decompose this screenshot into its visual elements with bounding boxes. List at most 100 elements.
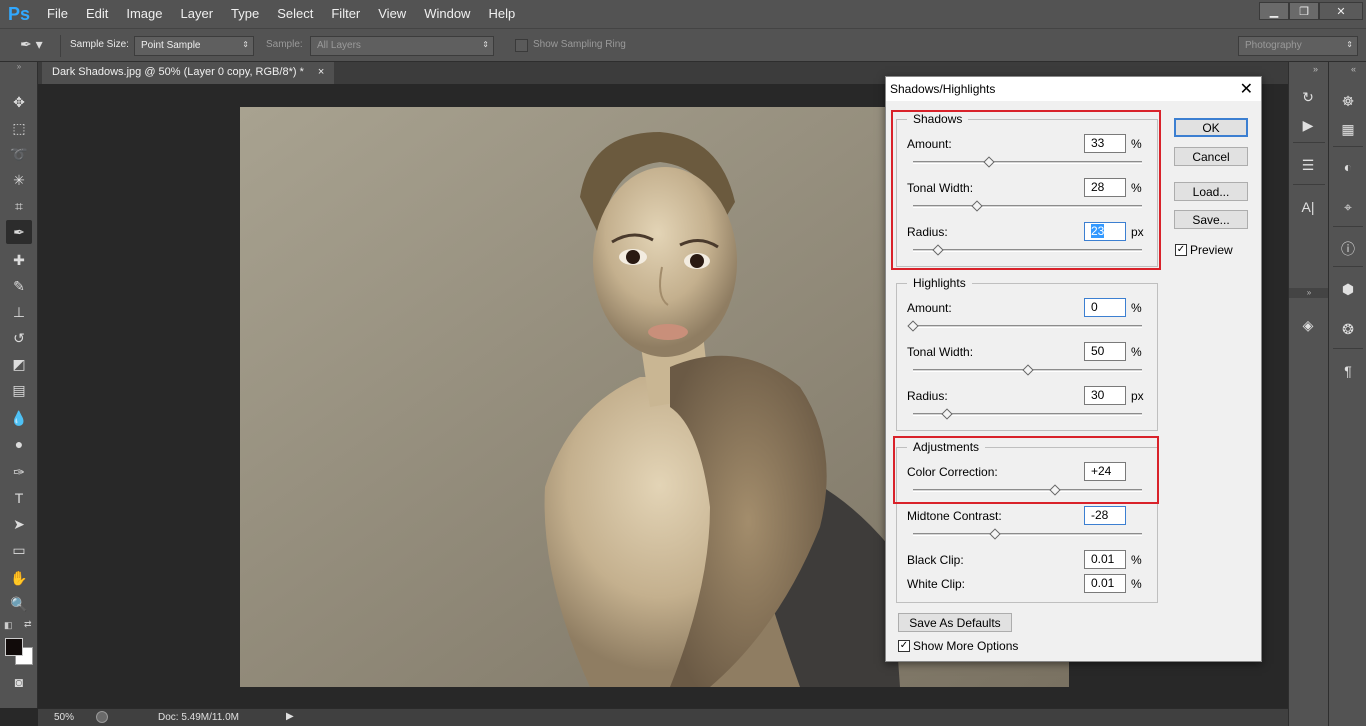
status-info-icon[interactable] [96,711,108,723]
highlights-amount-slider-track[interactable] [913,325,1142,328]
restore-icon[interactable]: ❐ [1289,2,1319,20]
paragraph-panel-icon[interactable]: ¶ [1335,360,1361,382]
highlights-radius-input[interactable]: 30 [1084,386,1126,405]
navigator-panel-icon[interactable]: ☸ [1335,90,1361,112]
shadows-highlights-dialog: Shadows/Highlights ✕ Shadows Amount: 33 … [885,76,1262,662]
show-ring-checkbox[interactable] [515,39,528,52]
workspace-select[interactable]: Photography ⇕ [1238,36,1358,56]
black-clip-input[interactable]: 0.01 [1084,550,1126,569]
dodge-tool-icon[interactable]: ● [6,432,32,456]
chevron-updown-icon: ⇕ [242,40,249,49]
menu-select[interactable]: Select [268,0,322,28]
swap-colors-icon[interactable]: ⇄ [24,619,32,630]
load-button[interactable]: Load... [1174,182,1248,201]
healing-brush-tool-icon[interactable]: ✚ [6,248,32,272]
midtone-contrast-slider-track[interactable] [913,533,1142,536]
menu-view[interactable]: View [369,0,415,28]
midtone-contrast-label: Midtone Contrast: [907,509,1002,523]
black-clip-value: 0.01 [1091,552,1115,566]
path-selection-tool-icon[interactable]: ➤ [6,512,32,536]
save-as-defaults-button[interactable]: Save As Defaults [898,613,1012,632]
lasso-tool-icon[interactable]: ➰ [6,142,32,166]
highlights-tonal-width-input[interactable]: 50 [1084,342,1126,361]
highlights-amount-input[interactable]: 0 [1084,298,1126,317]
adjustments-highlight-box [893,436,1159,504]
show-more-options-checkbox[interactable]: ✓ [898,640,910,652]
black-clip-unit: % [1131,553,1142,567]
foreground-color-swatch[interactable] [5,638,23,656]
collapse-dock-icon[interactable]: » [1289,288,1329,298]
hand-tool-icon[interactable]: ✋ [6,566,32,590]
magic-wand-tool-icon[interactable]: ✳ [6,168,32,192]
quick-mask-icon[interactable]: ◙ [6,670,32,694]
highlights-tonal-width-unit: % [1131,345,1142,359]
zoom-level[interactable]: 50% [54,712,74,723]
divider [1333,348,1363,349]
menu-filter[interactable]: Filter [322,0,369,28]
sample-size-select[interactable]: Point Sample ⇕ [134,36,254,56]
dialog-close-icon[interactable]: ✕ [1240,79,1253,99]
brush-tool-icon[interactable]: ✎ [6,274,32,298]
menu-bar: Ps File Edit Image Layer Type Select Fil… [0,0,1366,28]
history-panel-icon[interactable]: ↻ [1295,86,1321,108]
collapse-dock-icon[interactable]: « [1351,64,1356,74]
rectangle-tool-icon[interactable]: ▭ [6,538,32,562]
eraser-tool-icon[interactable]: ◩ [6,352,32,376]
layer-comps-panel-icon[interactable]: ☰ [1295,154,1321,176]
zoom-tool-icon[interactable]: 🔍 [6,592,32,616]
minimize-icon[interactable]: ▁ [1259,2,1289,20]
highlights-tonal-width-value: 50 [1091,344,1105,358]
cancel-button[interactable]: Cancel [1174,147,1248,166]
sample-select[interactable]: All Layers ⇕ [310,36,494,56]
chevron-updown-icon: ⇕ [1346,40,1353,49]
midtone-contrast-input[interactable]: -28 [1084,506,1126,525]
history-brush-tool-icon[interactable]: ↺ [6,326,32,350]
divider [1293,184,1325,185]
white-clip-input[interactable]: 0.01 [1084,574,1126,593]
marquee-tool-icon[interactable]: ⬚ [6,116,32,140]
document-tab[interactable]: Dark Shadows.jpg @ 50% (Layer 0 copy, RG… [42,62,335,84]
color-panel-icon[interactable]: ▦ [1335,118,1361,140]
menu-window[interactable]: Window [415,0,479,28]
close-tab-icon[interactable]: × [318,66,324,80]
pen-tool-icon[interactable]: ✑ [6,460,32,484]
paths-panel-icon[interactable]: ⌖ [1335,196,1361,218]
save-button[interactable]: Save... [1174,210,1248,229]
crop-tool-icon[interactable]: ⌗ [6,194,32,218]
channels-panel-icon[interactable]: ❂ [1335,318,1361,340]
preview-checkbox[interactable]: ✓ [1175,244,1187,256]
window-close-icon[interactable]: ✕ [1319,2,1363,20]
show-more-options-label: Show More Options [913,639,1019,653]
gradient-tool-icon[interactable]: ▤ [6,378,32,402]
menu-layer[interactable]: Layer [172,0,223,28]
adjustments-panel-icon[interactable]: ◐ [1335,156,1361,178]
menu-edit[interactable]: Edit [77,0,117,28]
menu-image[interactable]: Image [117,0,171,28]
default-colors-icon[interactable]: ◧ [4,620,13,631]
tools-panel: » ✥ ⬚ ➰ ✳ ⌗ ✒ ✚ ✎ ⊥ ↺ ◩ ▤ 💧 ● ✑ T ➤ ▭ ✋ … [0,62,38,708]
blur-tool-icon[interactable]: 💧 [6,406,32,430]
info-panel-icon[interactable]: ⓘ [1335,238,1361,260]
3d-panel-icon[interactable]: ⬢ [1335,278,1361,300]
menu-type[interactable]: Type [222,0,268,28]
divider [1333,146,1363,147]
eyedropper-tool-icon[interactable]: ✒ [6,220,32,244]
status-bar: 50% Doc: 5.49M/11.0M ▶ [38,708,1288,726]
collapse-icon[interactable]: » [0,62,38,72]
move-tool-icon[interactable]: ✥ [6,90,32,114]
menu-help[interactable]: Help [479,0,524,28]
type-tool-icon[interactable]: T [6,486,32,510]
chevron-updown-icon: ⇕ [482,40,489,49]
midtone-contrast-value: -28 [1091,508,1109,522]
collapse-dock-icon[interactable]: » [1313,64,1318,74]
character-panel-icon[interactable]: A| [1295,196,1321,218]
actions-panel-icon[interactable]: ▶ [1295,114,1321,136]
clone-stamp-tool-icon[interactable]: ⊥ [6,300,32,324]
ok-button[interactable]: OK [1174,118,1248,137]
menu-file[interactable]: File [38,0,77,28]
eyedropper-preset-icon[interactable]: ✒ ▾ [20,36,46,56]
highlights-amount-label: Amount: [907,301,952,315]
status-menu-arrow-icon[interactable]: ▶ [286,711,294,722]
black-clip-label: Black Clip: [907,553,964,567]
layers-panel-icon[interactable]: ◈ [1295,314,1321,336]
